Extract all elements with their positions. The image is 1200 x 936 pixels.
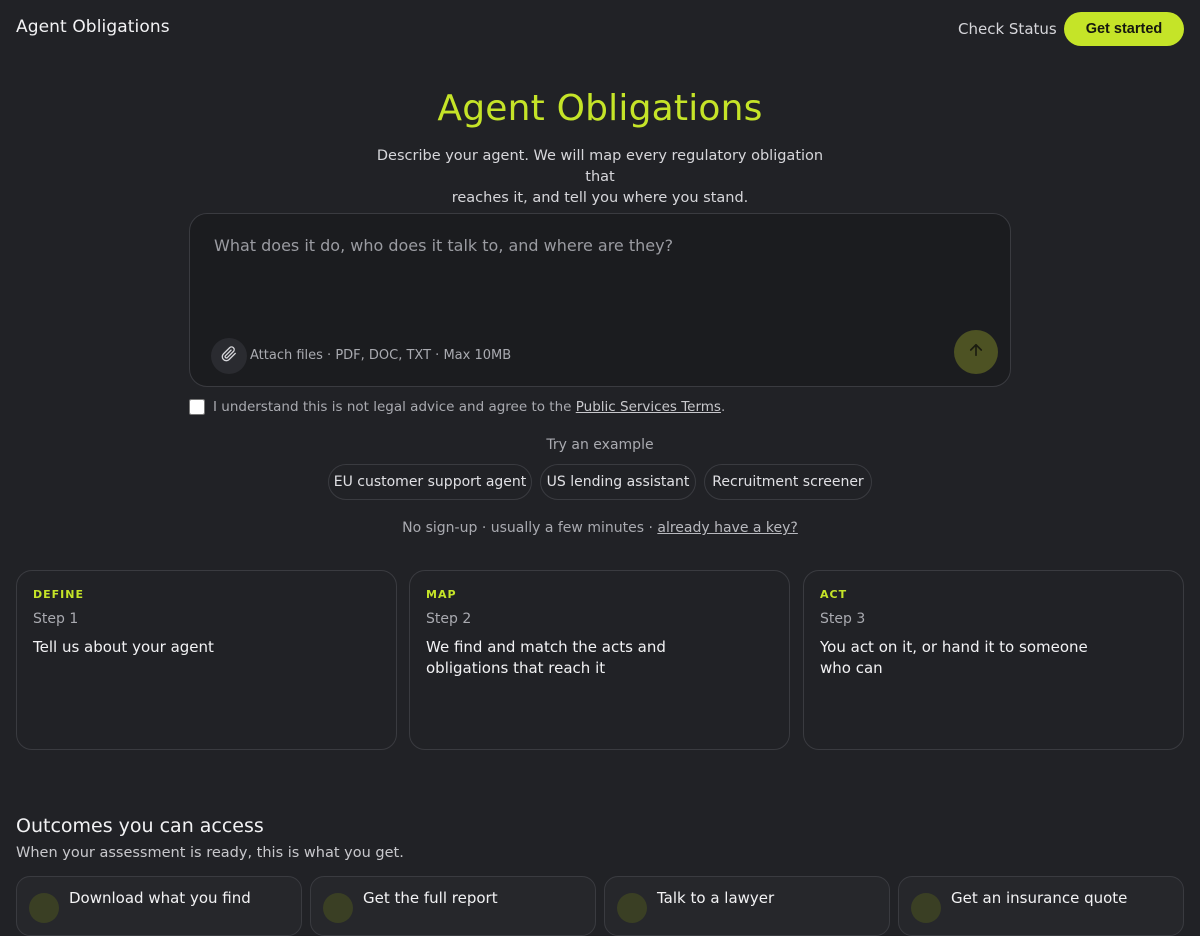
outcome-card-download[interactable]: Download what you find [16,876,302,936]
step-heading: We find and match the acts and obligatio… [426,638,666,677]
step-heading: Tell us about your agent [33,638,214,656]
attach-files-button[interactable] [211,338,247,374]
arrow-up-icon [967,341,985,363]
agent-description-input[interactable] [214,236,974,306]
page-title: Agent Obligations [437,88,763,129]
example-chip-us-lending[interactable]: US lending assistant [540,464,696,500]
step-heading: You act on it, or hand it to someone who… [820,638,1088,677]
get-started-button[interactable]: Get started [1064,12,1184,46]
step-number: Step 3 [820,611,866,627]
attach-files-hint: Attach files · PDF, DOC, TXT · Max 10MB [250,348,512,363]
public-services-terms-link[interactable]: Public Services Terms [576,399,721,415]
step-eyebrow: MAP [426,588,457,601]
outcome-icon [29,893,59,923]
outcome-icon [323,893,353,923]
outcome-icon [911,893,941,923]
consent-row: I understand this is not legal advice an… [189,399,725,415]
agent-description-composer: Attach files · PDF, DOC, TXT · Max 10MB [189,213,1011,387]
try-example-label: Try an example [546,437,654,453]
paperclip-icon [221,346,237,366]
check-status-link[interactable]: Check Status [958,20,1057,38]
step-number: Step 1 [33,611,79,627]
outcome-label: Talk to a lawyer [657,889,775,907]
page-subtitle-line-1: Describe your agent. We will map every r… [376,148,824,185]
outcome-card-insurance[interactable]: Get an insurance quote [898,876,1184,936]
top-bar: Agent Obligations Check Status Get start… [0,0,1200,58]
step-eyebrow: DEFINE [33,588,84,601]
example-chip-recruitment[interactable]: Recruitment screener [704,464,872,500]
signup-note: No sign-up · usually a few minutes · alr… [402,520,798,536]
outcomes-title: Outcomes you can access [16,815,264,837]
step-card-act: ACT Step 3 You act on it, or hand it to … [803,570,1184,750]
page-subtitle-line-2: reaches it, and tell you where you stand… [451,190,749,206]
submit-button[interactable] [954,330,998,374]
page-subtitle: Describe your agent. We will map every r… [360,146,840,209]
outcome-label: Get an insurance quote [951,889,1128,907]
step-eyebrow: ACT [820,588,848,601]
consent-text: I understand this is not legal advice an… [213,399,726,415]
outcomes-subtitle: When your assessment is ready, this is w… [16,845,404,861]
brand-name[interactable]: Agent Obligations [16,17,170,37]
step-number: Step 2 [426,611,472,627]
step-card-map: MAP Step 2 We find and match the acts an… [409,570,790,750]
outcome-card-report[interactable]: Get the full report [310,876,596,936]
outcome-label: Get the full report [363,889,498,907]
outcome-label: Download what you find [69,889,251,907]
already-have-key-link[interactable]: already have a key? [657,520,798,536]
outcome-icon [617,893,647,923]
consent-checkbox[interactable] [189,399,205,415]
step-card-define: DEFINE Step 1 Tell us about your agent [16,570,397,750]
outcome-card-lawyer[interactable]: Talk to a lawyer [604,876,890,936]
example-chip-eu-support[interactable]: EU customer support agent [328,464,532,500]
